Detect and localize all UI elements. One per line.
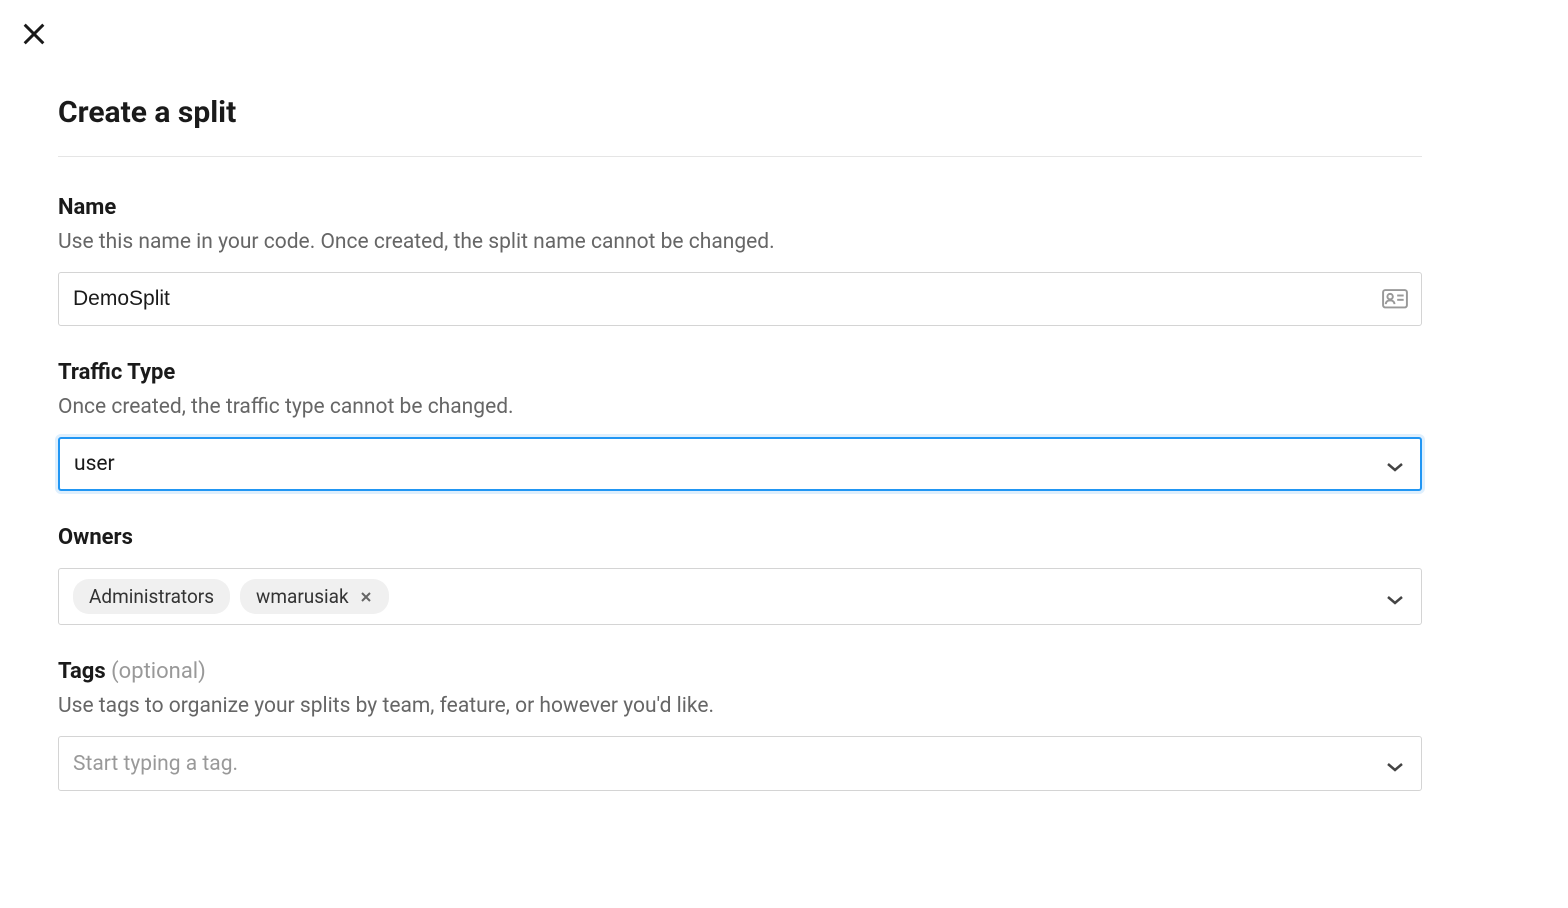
chip-label: wmarusiak — [256, 585, 349, 608]
divider — [58, 156, 1422, 157]
owners-select-wrapper: Administrators wmarusiak — [58, 568, 1422, 625]
name-label: Name — [58, 195, 1422, 220]
name-description: Use this name in your code. Once created… — [58, 230, 1422, 254]
chip-remove-button[interactable] — [359, 590, 373, 604]
tags-placeholder: Start typing a tag. — [73, 752, 238, 776]
close-icon — [20, 20, 48, 48]
owners-select[interactable]: Administrators wmarusiak — [58, 568, 1422, 625]
name-field-group: Name Use this name in your code. Once cr… — [58, 195, 1422, 326]
page-title: Create a split — [58, 95, 1422, 130]
owners-label: Owners — [58, 525, 1422, 550]
tags-input[interactable]: Start typing a tag. — [58, 736, 1422, 791]
name-input-wrapper — [58, 272, 1422, 326]
traffic-type-label: Traffic Type — [58, 360, 1422, 385]
owner-chip-administrators: Administrators — [73, 579, 230, 614]
tags-label: Tags (optional) — [58, 659, 1422, 684]
traffic-type-description: Once created, the traffic type cannot be… — [58, 395, 1422, 419]
form-container: Create a split Name Use this name in you… — [0, 0, 1480, 865]
owner-chip-wmarusiak: wmarusiak — [240, 579, 389, 614]
tags-field-group: Tags (optional) Use tags to organize you… — [58, 659, 1422, 791]
tags-optional-text: (optional) — [111, 659, 206, 684]
tags-label-text: Tags — [58, 659, 106, 684]
id-card-icon — [1382, 289, 1408, 309]
name-input[interactable] — [58, 272, 1422, 326]
close-button[interactable] — [18, 18, 50, 50]
owners-field-group: Owners Administrators wmarusiak — [58, 525, 1422, 625]
traffic-type-select[interactable]: user — [58, 437, 1422, 491]
tags-input-wrapper: Start typing a tag. — [58, 736, 1422, 791]
traffic-type-field-group: Traffic Type Once created, the traffic t… — [58, 360, 1422, 491]
close-icon — [360, 591, 372, 603]
chip-label: Administrators — [89, 585, 214, 608]
traffic-type-select-wrapper: user — [58, 437, 1422, 491]
tags-description: Use tags to organize your splits by team… — [58, 694, 1422, 718]
traffic-type-value: user — [74, 452, 115, 476]
